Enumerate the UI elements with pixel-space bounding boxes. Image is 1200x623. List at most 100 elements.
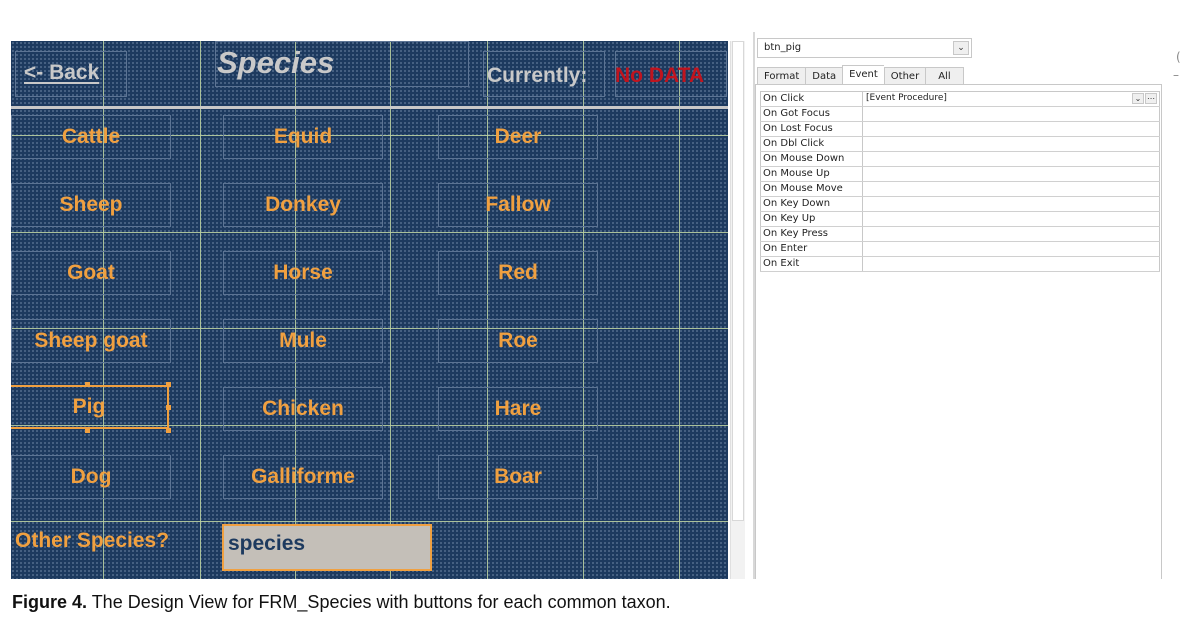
form-design-canvas[interactable]: <- Back Species Currently: No DATA Cattl… [11, 41, 728, 579]
property-value[interactable] [863, 197, 1160, 211]
species-button-hare[interactable]: Hare [438, 387, 598, 431]
button-label: Donkey [265, 193, 341, 216]
back-link[interactable]: <- Back [24, 61, 99, 85]
property-name: On Mouse Down [760, 152, 863, 166]
currently-label: Currently: [487, 64, 588, 87]
property-value[interactable] [863, 257, 1160, 271]
button-label: Horse [273, 261, 333, 284]
species-button-pig[interactable]: Pig [11, 385, 169, 429]
property-value[interactable] [863, 242, 1160, 256]
property-value[interactable] [863, 212, 1160, 226]
property-grid-container: On Click [Event Procedure] ⌄ ⋯ On Got Fo… [755, 84, 1162, 579]
property-value[interactable] [863, 137, 1160, 151]
grid-line [200, 41, 201, 579]
species-button-equid[interactable]: Equid [223, 115, 383, 159]
property-row[interactable]: On Got Focus [760, 107, 1160, 122]
property-name: On Mouse Up [760, 167, 863, 181]
chevron-down-icon[interactable]: ⌄ [1132, 93, 1144, 104]
property-row[interactable]: On Key Press [760, 227, 1160, 242]
property-row[interactable]: On Enter [760, 242, 1160, 257]
resize-handle[interactable] [166, 428, 171, 433]
grid-line [390, 41, 391, 579]
species-button-red[interactable]: Red [438, 251, 598, 295]
button-label: Galliforme [251, 465, 355, 488]
button-label: Goat [67, 261, 115, 284]
figure-caption: Figure 4. The Design View for FRM_Specie… [12, 592, 671, 613]
species-button-mule[interactable]: Mule [223, 319, 383, 363]
species-button-boar[interactable]: Boar [438, 455, 598, 499]
property-value[interactable] [863, 167, 1160, 181]
form-title: Species [217, 45, 335, 80]
property-name: On Dbl Click [760, 137, 863, 151]
property-value[interactable] [863, 152, 1160, 166]
species-button-chicken[interactable]: Chicken [223, 387, 383, 431]
property-row-on-click[interactable]: On Click [Event Procedure] ⌄ ⋯ [760, 92, 1160, 107]
resize-handle[interactable] [166, 405, 171, 410]
property-name: On Exit [760, 257, 863, 271]
property-name: On Key Up [760, 212, 863, 226]
species-button-galliforme[interactable]: Galliforme [223, 455, 383, 499]
property-name: On Key Press [760, 227, 863, 241]
button-label: Pig [72, 395, 106, 418]
vertical-scrollbar[interactable] [730, 41, 745, 579]
property-row[interactable]: On Dbl Click [760, 137, 1160, 152]
species-button-horse[interactable]: Horse [223, 251, 383, 295]
property-tabs: Format Data Event Other All [757, 65, 964, 85]
edge-bracket-icon: ( [1176, 50, 1181, 64]
property-value[interactable] [863, 227, 1160, 241]
scrollbar-thumb[interactable] [732, 41, 744, 521]
property-row[interactable]: On Mouse Move [760, 182, 1160, 197]
property-value[interactable]: [Event Procedure] ⌄ ⋯ [863, 92, 1160, 106]
species-button-donkey[interactable]: Donkey [223, 183, 383, 227]
species-button-roe[interactable]: Roe [438, 319, 598, 363]
tab-other[interactable]: Other [883, 67, 926, 85]
button-label: Chicken [262, 397, 344, 420]
property-row[interactable]: On Mouse Up [760, 167, 1160, 182]
grid-line [679, 41, 680, 579]
species-button-goat[interactable]: Goat [11, 251, 171, 295]
button-label: Boar [494, 465, 542, 488]
species-button-sheep[interactable]: Sheep [11, 183, 171, 227]
species-button-sheep-goat[interactable]: Sheep goat [11, 319, 171, 363]
species-button-deer[interactable]: Deer [438, 115, 598, 159]
property-value[interactable] [863, 122, 1160, 136]
tab-all[interactable]: All [925, 67, 964, 85]
other-species-label: Other Species? [15, 529, 170, 552]
tab-format[interactable]: Format [757, 67, 806, 85]
button-label: Equid [273, 125, 333, 148]
property-value[interactable] [863, 107, 1160, 121]
property-row[interactable]: On Lost Focus [760, 122, 1160, 137]
button-label: Fallow [485, 193, 551, 216]
button-label: Deer [494, 125, 542, 148]
edge-dash-icon: – [1173, 68, 1179, 82]
header-separator [11, 106, 728, 109]
button-label: Red [498, 261, 538, 284]
grid-line [11, 232, 728, 233]
tab-event[interactable]: Event [842, 65, 884, 85]
builder-ellipsis-icon[interactable]: ⋯ [1145, 93, 1157, 104]
property-row[interactable]: On Exit [760, 257, 1160, 272]
resize-handle[interactable] [166, 382, 171, 387]
property-name: On Lost Focus [760, 122, 863, 136]
species-button-cattle[interactable]: Cattle [11, 115, 171, 159]
resize-handle[interactable] [85, 382, 90, 387]
button-label: Roe [498, 329, 538, 352]
status-value: No DATA [615, 64, 705, 87]
resize-handle[interactable] [85, 428, 90, 433]
property-row[interactable]: On Key Up [760, 212, 1160, 227]
property-name: On Enter [760, 242, 863, 256]
property-row[interactable]: On Mouse Down [760, 152, 1160, 167]
property-value[interactable] [863, 182, 1160, 196]
tab-data[interactable]: Data [805, 67, 843, 85]
object-selector[interactable]: btn_pig ⌄ [757, 38, 972, 58]
species-button-fallow[interactable]: Fallow [438, 183, 598, 227]
property-sheet: btn_pig ⌄ Format Data Event Other All On… [753, 32, 1163, 579]
button-label: Hare [494, 397, 542, 420]
other-species-textbox[interactable]: species [222, 524, 432, 571]
figure-text: The Design View for FRM_Species with but… [87, 592, 671, 612]
property-grid: On Click [Event Procedure] ⌄ ⋯ On Got Fo… [760, 91, 1160, 272]
property-row[interactable]: On Key Down [760, 197, 1160, 212]
property-name: On Key Down [760, 197, 863, 211]
chevron-down-icon[interactable]: ⌄ [953, 41, 969, 55]
species-button-dog[interactable]: Dog [11, 455, 171, 499]
